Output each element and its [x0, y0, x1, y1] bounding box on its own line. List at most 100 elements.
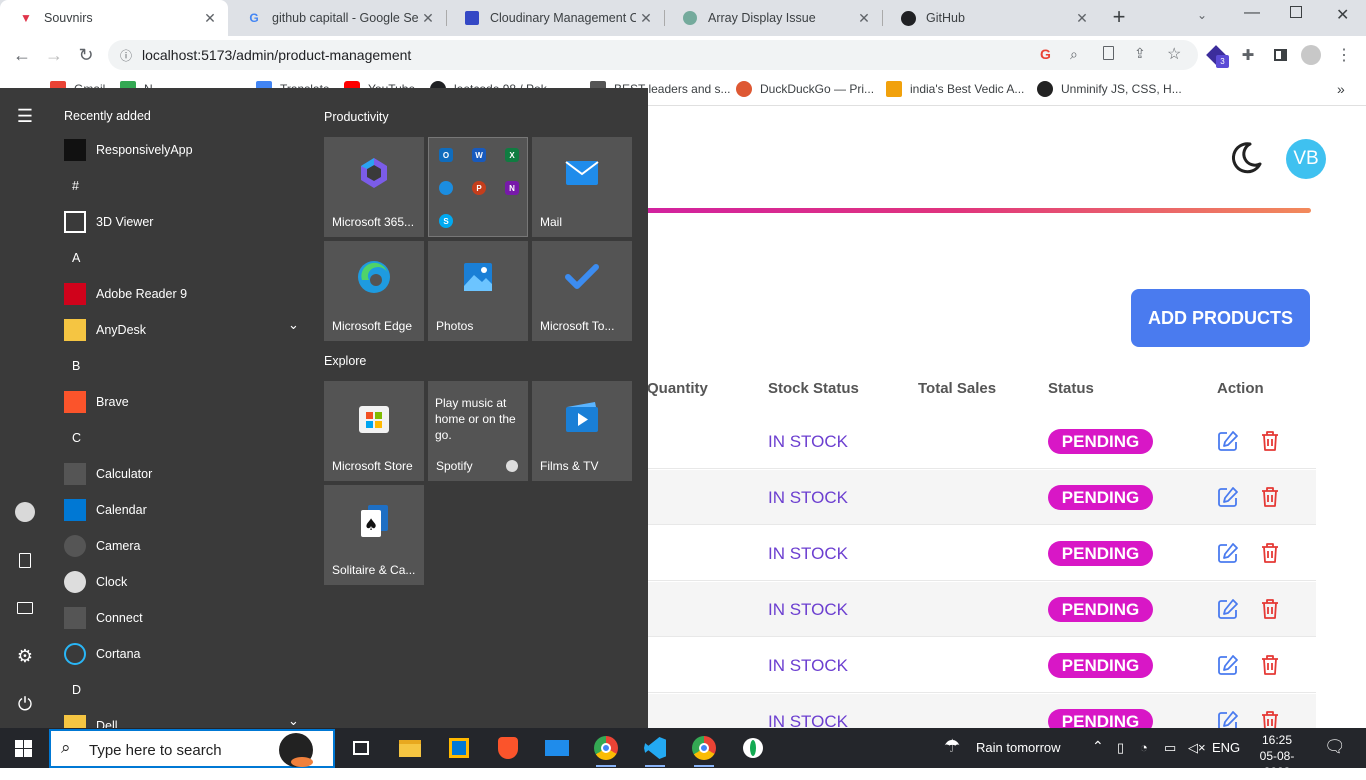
delete-icon[interactable] — [1260, 654, 1280, 676]
new-tab-icon[interactable]: + — [1108, 6, 1130, 28]
chrome-profile-icon[interactable] — [688, 732, 720, 767]
tile-solitaire[interactable]: ♠ Solitaire & Ca... — [324, 485, 424, 585]
edit-icon[interactable] — [1217, 430, 1239, 452]
column-header-quantity[interactable]: Quantity — [647, 380, 708, 397]
app-item[interactable]: Brave — [64, 387, 304, 417]
tray-app-icon[interactable]: ▯ — [1117, 740, 1124, 756]
app-item[interactable]: ResponsivelyApp — [64, 135, 304, 165]
app-item[interactable]: Camera — [64, 531, 304, 561]
settings-gear-icon[interactable]: ⚙ — [13, 644, 37, 668]
section-letter[interactable]: C — [72, 431, 81, 445]
user-account-icon[interactable] — [13, 500, 37, 524]
google-lens-icon[interactable]: G — [1040, 46, 1051, 62]
hamburger-menu-icon[interactable]: ☰ — [13, 104, 37, 128]
close-tab-icon[interactable]: ✕ — [636, 10, 656, 27]
tab-github[interactable]: GitHub ✕ — [882, 0, 1100, 36]
tile-microsoft-365[interactable]: Microsoft 365... — [324, 137, 424, 237]
app-item[interactable]: AnyDesk ⌄ — [64, 315, 304, 345]
expand-chevron-icon[interactable]: ⌄ — [288, 317, 299, 333]
tile-microsoft-todo[interactable]: Microsoft To... — [532, 241, 632, 341]
close-tab-icon[interactable]: ✕ — [854, 10, 874, 27]
tile-films-tv[interactable]: Films & TV — [532, 381, 632, 481]
language-indicator[interactable]: ENG — [1212, 740, 1240, 755]
share-icon[interactable]: ⇪ — [1134, 45, 1146, 62]
weather-text[interactable]: Rain tomorrow — [976, 740, 1061, 755]
app-item[interactable]: Calculator — [64, 459, 304, 489]
microsoft-store-icon[interactable] — [443, 732, 475, 764]
tile-microsoft-store[interactable]: Microsoft Store — [324, 381, 424, 481]
tile-spotify[interactable]: Play music at home or on the go. Spotify — [428, 381, 528, 481]
restore-icon[interactable] — [1290, 6, 1302, 18]
mongodb-compass-icon[interactable] — [737, 732, 769, 764]
documents-icon[interactable] — [13, 548, 37, 572]
bookmark-star-icon[interactable]: ☆ — [1167, 44, 1181, 64]
add-products-button[interactable]: ADD PRODUCTS — [1131, 289, 1310, 347]
avatar[interactable]: VB — [1286, 139, 1326, 179]
app-item[interactable]: 3D Viewer — [64, 207, 304, 237]
battery-icon[interactable]: ▭ — [1164, 740, 1176, 756]
profile-icon[interactable] — [1301, 45, 1321, 65]
pictures-icon[interactable] — [13, 596, 37, 620]
brave-icon[interactable] — [492, 732, 524, 764]
file-explorer-icon[interactable] — [394, 732, 426, 764]
clock[interactable]: 16:25 05-08-2023 — [1250, 732, 1304, 780]
reload-icon[interactable]: ↻ — [75, 44, 97, 66]
page-icon[interactable] — [1103, 46, 1114, 60]
edit-icon[interactable] — [1217, 598, 1239, 620]
tab-search-chevron-icon[interactable]: ⌄ — [1197, 8, 1207, 22]
bookmark-vedic[interactable]: india's Best Vedic A... — [886, 81, 1024, 97]
more-bookmarks-icon[interactable]: » — [1337, 81, 1345, 97]
task-view-icon[interactable] — [345, 732, 377, 764]
tab-array-display-issue[interactable]: Array Display Issue ✕ — [664, 0, 882, 36]
more-menu-icon[interactable]: ⋮ — [1334, 45, 1354, 65]
tile-photos[interactable]: Photos — [428, 241, 528, 341]
puzzle-extensions-icon[interactable]: ✚ — [1238, 45, 1258, 65]
show-hidden-icons-icon[interactable]: ⌃ — [1092, 738, 1104, 755]
address-bar[interactable]: ⓘ localhost:5173/admin/product-managemen… — [108, 40, 1198, 70]
tab-cloudinary[interactable]: Cloudinary Management Cor ✕ — [446, 0, 664, 36]
column-header-total-sales[interactable]: Total Sales — [918, 380, 996, 397]
site-info-icon[interactable]: ⓘ — [120, 47, 132, 64]
forward-icon[interactable]: → — [43, 44, 65, 66]
tile-microsoft-edge[interactable]: Microsoft Edge — [324, 241, 424, 341]
tab-google-search[interactable]: G github capitall - Google Sear ✕ — [228, 0, 446, 36]
volume-muted-icon[interactable]: ◁× — [1188, 740, 1206, 756]
delete-icon[interactable] — [1260, 710, 1280, 728]
extension-icon[interactable]: 3 — [1206, 45, 1229, 68]
expand-chevron-icon[interactable]: ⌄ — [288, 713, 299, 729]
section-letter[interactable]: D — [72, 683, 81, 697]
close-tab-icon[interactable]: ✕ — [1072, 10, 1092, 27]
app-item[interactable]: Calendar — [64, 495, 304, 525]
edit-icon[interactable] — [1217, 542, 1239, 564]
mail-icon[interactable] — [541, 732, 573, 764]
taskbar-search-input[interactable]: ⌕ Type here to search — [49, 729, 335, 768]
delete-icon[interactable] — [1260, 486, 1280, 508]
column-header-status[interactable]: Status — [1048, 380, 1094, 397]
dark-mode-toggle-icon[interactable] — [1228, 140, 1264, 176]
edit-icon[interactable] — [1217, 710, 1239, 728]
vscode-icon[interactable] — [639, 732, 671, 767]
tile-office-apps[interactable]: O W X P N S — [428, 137, 528, 237]
delete-icon[interactable] — [1260, 542, 1280, 564]
bookmark-duckduckgo[interactable]: DuckDuckGo — Pri... — [736, 81, 874, 97]
zoom-icon[interactable]: ⌕ — [1070, 46, 1078, 63]
section-letter[interactable]: B — [72, 359, 80, 373]
chrome-icon[interactable] — [590, 732, 622, 767]
side-panel-icon[interactable] — [1270, 45, 1290, 65]
delete-icon[interactable] — [1260, 598, 1280, 620]
edit-icon[interactable] — [1217, 486, 1239, 508]
power-icon[interactable]: ⏻ — [13, 692, 37, 716]
minimize-icon[interactable]: — — [1244, 4, 1260, 22]
edit-icon[interactable] — [1217, 654, 1239, 676]
tab-souvnirs[interactable]: ▼ Souvnirs ✕ — [0, 0, 228, 36]
column-header-stock-status[interactable]: Stock Status — [768, 380, 859, 397]
section-letter[interactable]: A — [72, 251, 80, 265]
notifications-icon[interactable]: 🗨 — [1324, 737, 1346, 757]
close-tab-icon[interactable]: ✕ — [200, 10, 220, 27]
tile-mail[interactable]: Mail — [532, 137, 632, 237]
weather-icon[interactable]: ☂ — [944, 736, 960, 757]
close-window-icon[interactable]: ✕ — [1336, 5, 1349, 25]
app-item[interactable]: Connect — [64, 603, 304, 633]
delete-icon[interactable] — [1260, 430, 1280, 452]
close-tab-icon[interactable]: ✕ — [418, 10, 438, 27]
